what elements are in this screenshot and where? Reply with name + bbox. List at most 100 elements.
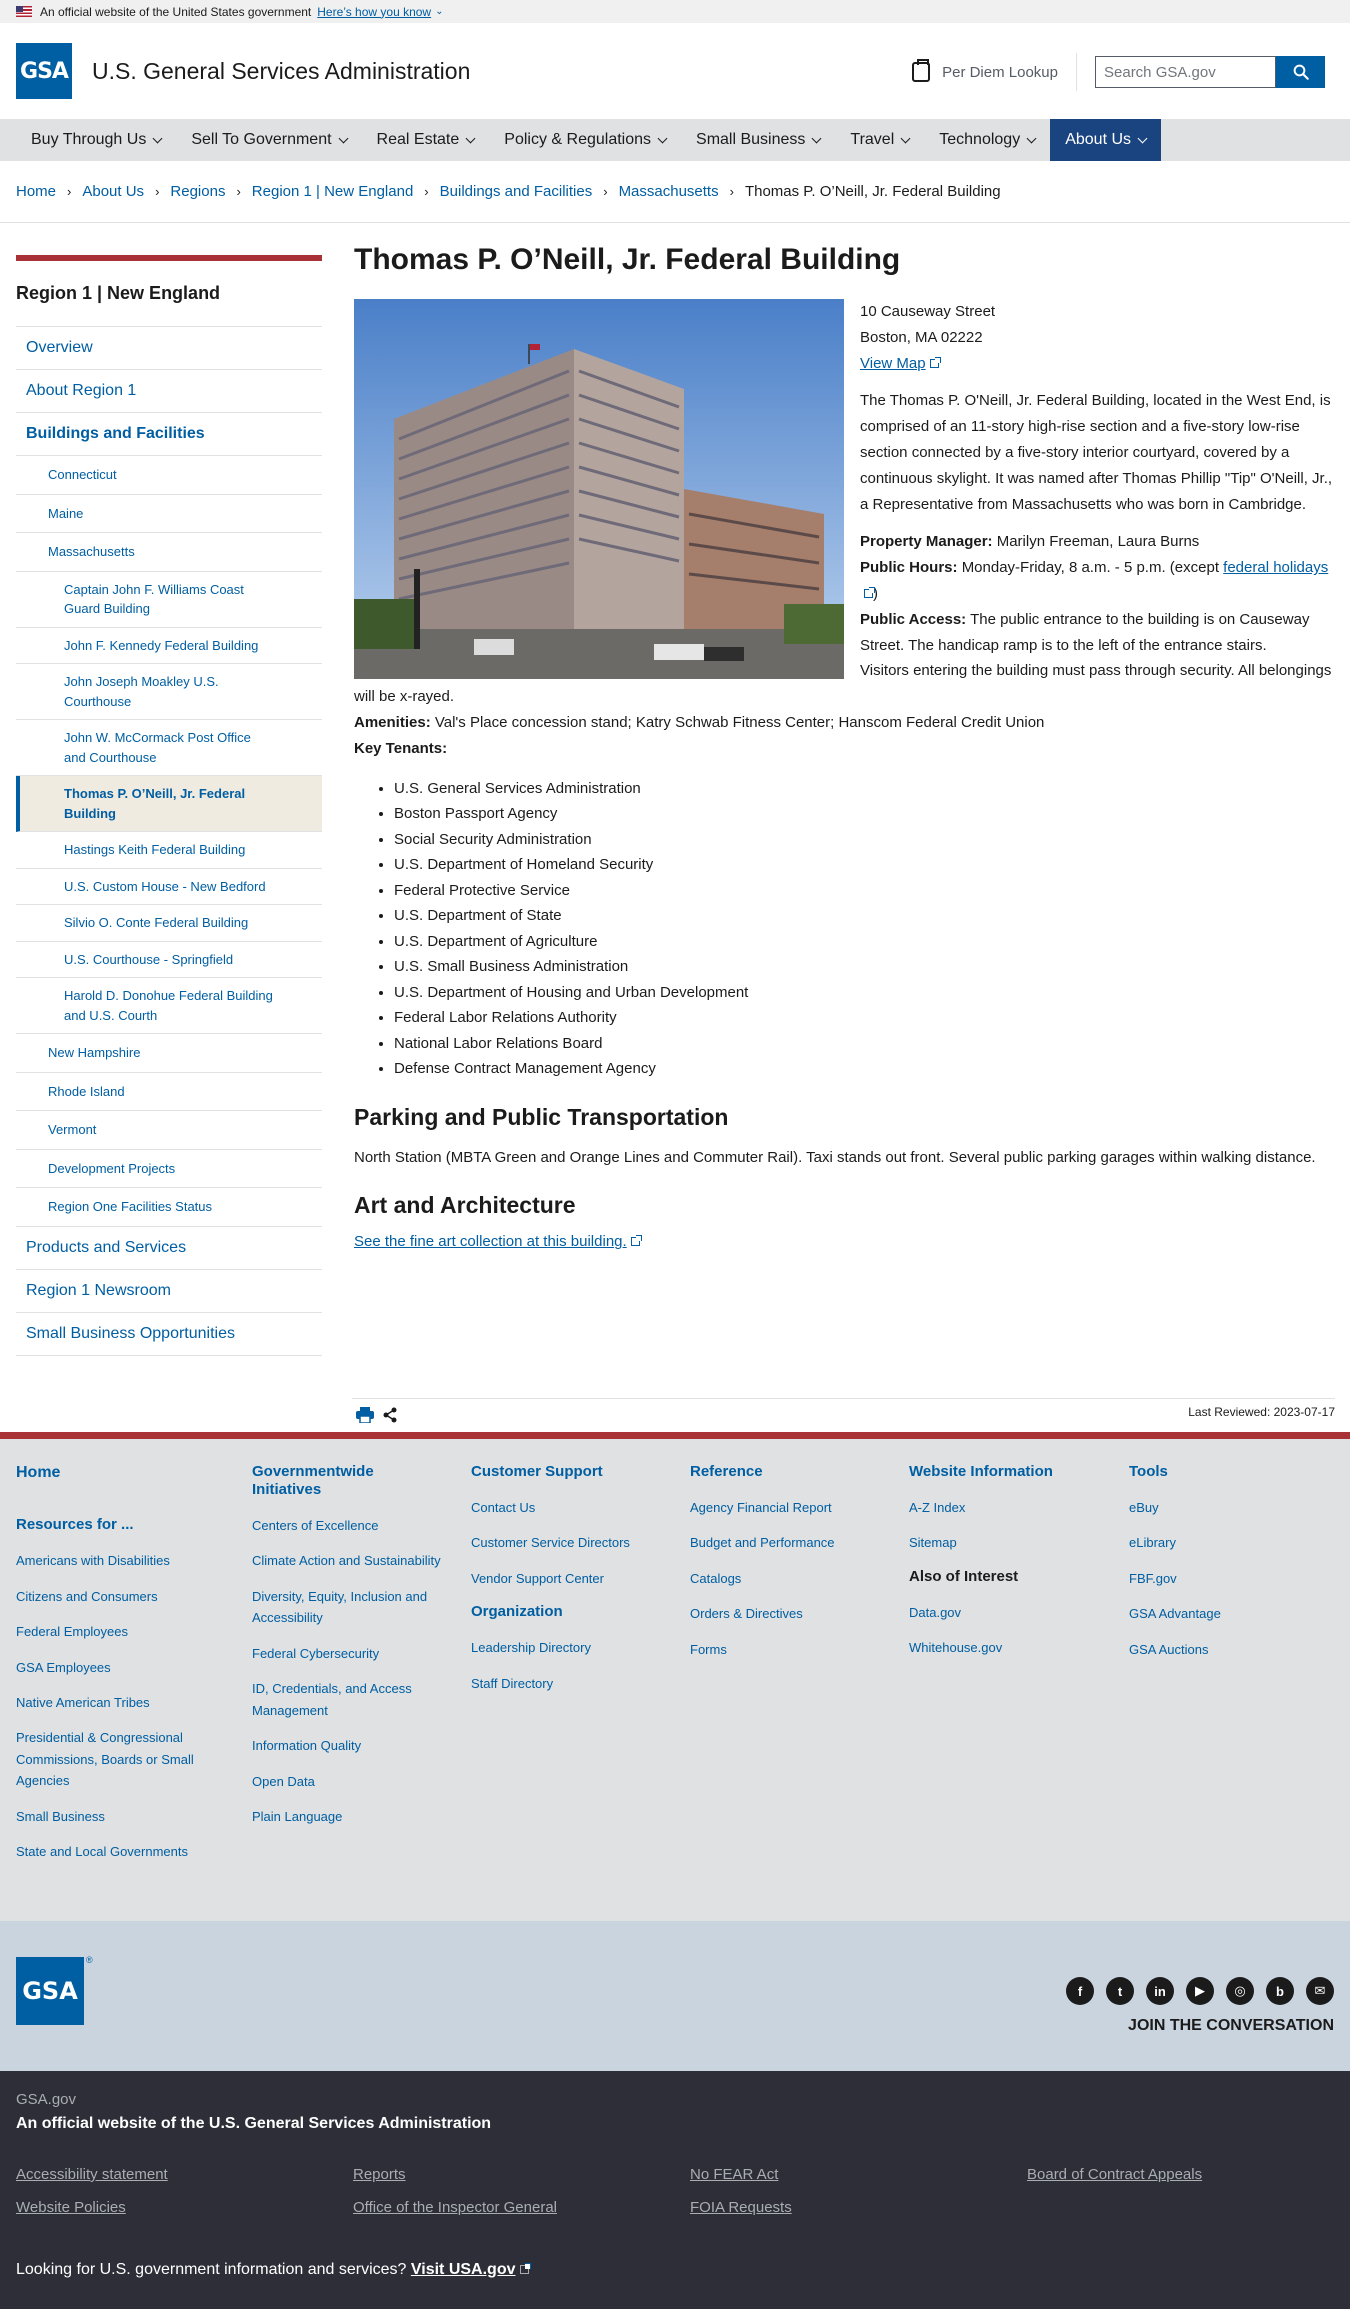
identifier-link-board-of-contract-appeals[interactable]: Board of Contract Appeals bbox=[1027, 2166, 1202, 2183]
sidenav-item-new-hampshire[interactable]: New Hampshire bbox=[16, 1034, 322, 1073]
footer-link-native-american-tribes[interactable]: Native American Tribes bbox=[16, 1692, 216, 1713]
footer-link-leadership-directory[interactable]: Leadership Directory bbox=[471, 1637, 671, 1658]
footer-link-vendor-support-center[interactable]: Vendor Support Center bbox=[471, 1568, 671, 1589]
sidenav-item-john-joseph-moakley-u-s-courthouse[interactable]: John Joseph Moakley U.S. Courthouse bbox=[16, 664, 322, 720]
sidenav-item-john-f-kennedy-federal-building[interactable]: John F. Kennedy Federal Building bbox=[16, 628, 322, 664]
footer-link-gsa-advantage[interactable]: GSA Advantage bbox=[1129, 1603, 1329, 1624]
sidenav-item-thomas-p-o-neill-jr-federal-building[interactable]: Thomas P. O’Neill, Jr. Federal Building bbox=[16, 776, 322, 832]
sidenav-item-rhode-island[interactable]: Rhode Island bbox=[16, 1073, 322, 1111]
footer-link-open-data[interactable]: Open Data bbox=[252, 1771, 442, 1792]
heres-how-you-know-link[interactable]: Here’s how you know bbox=[317, 5, 431, 19]
identifier-link-foia-requests[interactable]: FOIA Requests bbox=[690, 2199, 792, 2216]
email-icon[interactable]: ✉ bbox=[1306, 1977, 1334, 2005]
sidenav-item-vermont[interactable]: Vermont bbox=[16, 1111, 322, 1150]
sidenav-item-overview[interactable]: Overview bbox=[16, 327, 322, 370]
sidenav-item-buildings-and-facilities[interactable]: Buildings and Facilities bbox=[16, 413, 322, 456]
sidenav-item-john-w-mccormack-post-office-and-courthouse[interactable]: John W. McCormack Post Office and Courth… bbox=[16, 720, 322, 776]
footer-link-fbf-gov[interactable]: FBF.gov bbox=[1129, 1568, 1329, 1589]
identifier-link-accessibility-statement[interactable]: Accessibility statement bbox=[16, 2166, 168, 2183]
nav-item-buy-through-us[interactable]: Buy Through Us bbox=[16, 119, 176, 161]
gsa-logo[interactable]: GSA bbox=[16, 43, 72, 99]
footer-link-customer-service-directors[interactable]: Customer Service Directors bbox=[471, 1532, 671, 1553]
footer-link-forms[interactable]: Forms bbox=[690, 1639, 890, 1660]
search-input[interactable] bbox=[1095, 56, 1276, 88]
footer-link-id-credentials-and-access-management[interactable]: ID, Credentials, and Access Management bbox=[252, 1678, 442, 1721]
nav-item-small-business[interactable]: Small Business bbox=[681, 119, 835, 161]
site-title[interactable]: U.S. General Services Administration bbox=[92, 58, 470, 85]
identifier-link-no-fear-act[interactable]: No FEAR Act bbox=[690, 2166, 778, 2183]
footer-link-contact-us[interactable]: Contact Us bbox=[471, 1497, 671, 1518]
sidenav-item-captain-john-f-williams-coast-guard-building[interactable]: Captain John F. Williams Coast Guard Bui… bbox=[16, 572, 322, 628]
linkedin-icon[interactable]: in bbox=[1146, 1977, 1174, 2005]
breadcrumb-link-home[interactable]: Home bbox=[16, 183, 56, 200]
nav-item-technology[interactable]: Technology bbox=[924, 119, 1050, 161]
facebook-icon[interactable]: f bbox=[1066, 1977, 1094, 2005]
nav-item-real-estate[interactable]: Real Estate bbox=[362, 119, 490, 161]
sidenav-item-hastings-keith-federal-building[interactable]: Hastings Keith Federal Building bbox=[16, 832, 322, 869]
twitter-icon[interactable]: t bbox=[1106, 1977, 1134, 2005]
breadcrumb-link-region-1-new-england[interactable]: Region 1 | New England bbox=[252, 183, 414, 200]
footer-link-information-quality[interactable]: Information Quality bbox=[252, 1735, 442, 1756]
footer-link-gsa-employees[interactable]: GSA Employees bbox=[16, 1657, 216, 1678]
footer-link-federal-cybersecurity[interactable]: Federal Cybersecurity bbox=[252, 1643, 442, 1664]
footer-link-ebuy[interactable]: eBuy bbox=[1129, 1497, 1329, 1518]
sidenav-item-harold-d-donohue-federal-building-and-u-s-courth[interactable]: Harold D. Donohue Federal Building and U… bbox=[16, 978, 322, 1034]
footer-link-gsa-auctions[interactable]: GSA Auctions bbox=[1129, 1639, 1329, 1660]
breadcrumb-link-massachusetts[interactable]: Massachusetts bbox=[619, 183, 719, 200]
instagram-icon[interactable]: ◎ bbox=[1226, 1977, 1254, 2005]
footer-link-climate-action-and-sustainability[interactable]: Climate Action and Sustainability bbox=[252, 1550, 442, 1571]
fine-art-collection-link[interactable]: See the fine art collection at this buil… bbox=[354, 1233, 642, 1250]
sidenav-item-small-business-opportunities[interactable]: Small Business Opportunities bbox=[16, 1313, 322, 1356]
identifier-link-website-policies[interactable]: Website Policies bbox=[16, 2199, 126, 2216]
sidenav-item-products-and-services[interactable]: Products and Services bbox=[16, 1227, 322, 1270]
identifier-link-office-of-the-inspector-general[interactable]: Office of the Inspector General bbox=[353, 2199, 557, 2216]
breadcrumb-link-buildings-and-facilities[interactable]: Buildings and Facilities bbox=[440, 183, 593, 200]
share-icon[interactable] bbox=[382, 1407, 398, 1423]
footer-link-budget-and-performance[interactable]: Budget and Performance bbox=[690, 1532, 890, 1553]
identifier-link-reports[interactable]: Reports bbox=[353, 2166, 406, 2183]
footer-gsa-logo[interactable]: GSA bbox=[16, 1957, 84, 2025]
nav-item-travel[interactable]: Travel bbox=[835, 119, 924, 161]
nav-item-policy-regulations[interactable]: Policy & Regulations bbox=[489, 119, 681, 161]
sidenav-item-development-projects[interactable]: Development Projects bbox=[16, 1150, 322, 1188]
sidenav-item-silvio-o-conte-federal-building[interactable]: Silvio O. Conte Federal Building bbox=[16, 905, 322, 942]
footer-link-americans-with-disabilities[interactable]: Americans with Disabilities bbox=[16, 1550, 216, 1571]
footer-link-plain-language[interactable]: Plain Language bbox=[252, 1806, 442, 1827]
footer-link-sitemap[interactable]: Sitemap bbox=[909, 1532, 1109, 1553]
footer-link-whitehouse-gov[interactable]: Whitehouse.gov bbox=[909, 1637, 1109, 1658]
footer-link-a-z-index[interactable]: A-Z Index bbox=[909, 1497, 1109, 1518]
sidenav-item-connecticut[interactable]: Connecticut bbox=[16, 456, 322, 495]
print-icon[interactable] bbox=[356, 1407, 374, 1423]
footer-link-staff-directory[interactable]: Staff Directory bbox=[471, 1673, 671, 1694]
visit-usa-gov-link[interactable]: Visit USA.gov bbox=[411, 2261, 516, 2278]
sidenav-item-about-region-1[interactable]: About Region 1 bbox=[16, 370, 322, 413]
footer-link-presidential-congressional-commissions-boards-or-small-agencies[interactable]: Presidential & Congressional Commissions… bbox=[16, 1727, 216, 1791]
nav-item-about-us[interactable]: About Us bbox=[1050, 119, 1162, 161]
breadcrumb-link-regions[interactable]: Regions bbox=[170, 183, 225, 200]
footer-link-small-business[interactable]: Small Business bbox=[16, 1806, 216, 1827]
breadcrumb-link-about-us[interactable]: About Us bbox=[82, 183, 144, 200]
nav-item-sell-to-government[interactable]: Sell To Government bbox=[176, 119, 361, 161]
footer-link-agency-financial-report[interactable]: Agency Financial Report bbox=[690, 1497, 890, 1518]
footer-link-diversity-equity-inclusion-and-accessibility[interactable]: Diversity, Equity, Inclusion and Accessi… bbox=[252, 1586, 442, 1629]
footer-link-orders-directives[interactable]: Orders & Directives bbox=[690, 1603, 890, 1624]
view-map-link[interactable]: View Map bbox=[860, 355, 941, 372]
per-diem-lookup-link[interactable]: Per Diem Lookup bbox=[912, 53, 1077, 91]
youtube-icon[interactable]: ▶ bbox=[1186, 1977, 1214, 2005]
sidenav-item-u-s-courthouse-springfield[interactable]: U.S. Courthouse - Springfield bbox=[16, 942, 322, 978]
footer-link-state-and-local-governments[interactable]: State and Local Governments bbox=[16, 1841, 216, 1862]
footer-link-federal-employees[interactable]: Federal Employees bbox=[16, 1621, 216, 1642]
footer-link-catalogs[interactable]: Catalogs bbox=[690, 1568, 890, 1589]
footer-link-data-gov[interactable]: Data.gov bbox=[909, 1602, 1109, 1623]
footer-link-centers-of-excellence[interactable]: Centers of Excellence bbox=[252, 1515, 442, 1536]
sidenav-item-massachusetts[interactable]: Massachusetts bbox=[16, 533, 322, 572]
blog-icon[interactable]: b bbox=[1266, 1977, 1294, 2005]
footer-link-elibrary[interactable]: eLibrary bbox=[1129, 1532, 1329, 1553]
sidenav-item-u-s-custom-house-new-bedford[interactable]: U.S. Custom House - New Bedford bbox=[16, 869, 322, 905]
footer-link-citizens-and-consumers[interactable]: Citizens and Consumers bbox=[16, 1586, 216, 1607]
footer-home-link[interactable]: Home bbox=[16, 1463, 216, 1482]
search-button[interactable] bbox=[1276, 56, 1325, 88]
sidenav-item-maine[interactable]: Maine bbox=[16, 495, 322, 533]
sidenav-item-region-one-facilities-status[interactable]: Region One Facilities Status bbox=[16, 1188, 322, 1227]
sidenav-item-region-1-newsroom[interactable]: Region 1 Newsroom bbox=[16, 1270, 322, 1313]
